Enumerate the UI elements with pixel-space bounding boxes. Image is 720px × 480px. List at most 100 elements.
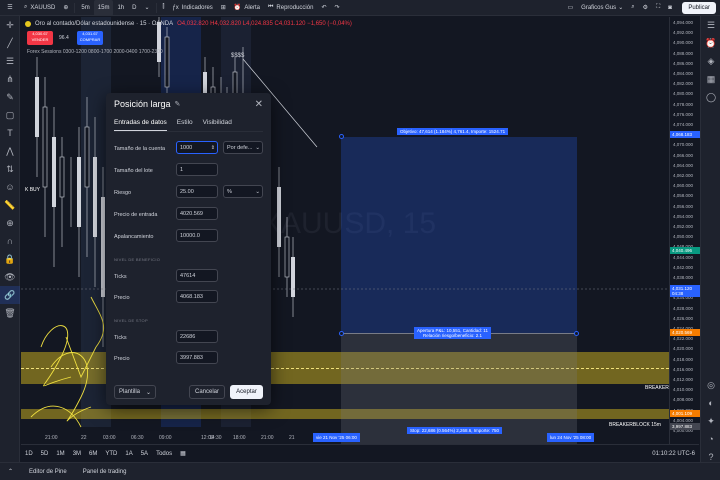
shapes-icon[interactable]: ▢	[0, 106, 20, 124]
range-button-6m[interactable]: 6M	[85, 451, 101, 457]
account-size-input[interactable]: 1000 ⇕	[176, 141, 218, 154]
price-tick-label: 4,038.000	[673, 275, 694, 280]
crosshair-icon[interactable]: ✛	[0, 16, 20, 34]
timeframe-5m[interactable]: 5m	[77, 0, 93, 16]
leverage-input[interactable]: 10000.0	[176, 229, 218, 242]
link-icon[interactable]: 🔗	[0, 286, 20, 304]
menu-icon[interactable]: ☰	[0, 0, 20, 16]
price-tick-label: 4,080.000	[673, 91, 694, 97]
trading-panel-tab[interactable]: Panel de trading	[75, 469, 135, 475]
profit-ticks-input[interactable]: 47614	[176, 269, 218, 282]
entry-price-input[interactable]: 4020.569	[176, 207, 218, 220]
compare-add-icon[interactable]: ⊕	[59, 0, 72, 16]
template-button[interactable]: Plantilla ⌄	[114, 385, 156, 399]
price-tick-label: 4,052.000	[673, 224, 694, 229]
indicators-button[interactable]: ƒx Indicadores	[168, 0, 216, 16]
close-icon[interactable]: ✕	[255, 99, 263, 110]
time-tick-label: 06:30	[131, 435, 144, 441]
undo-icon[interactable]: ↶	[317, 0, 330, 16]
bell-icon[interactable]: ◔	[701, 430, 720, 448]
bar-style-icon[interactable]: ⫿	[159, 0, 169, 16]
price-tick-label: 4,044.000	[673, 254, 694, 260]
lot-size-input[interactable]: 1	[176, 163, 218, 176]
time-tick-label: 09:00	[159, 435, 172, 441]
range-button-1a[interactable]: 1A	[121, 451, 136, 457]
entry-price-tag: 4,020.569	[670, 329, 700, 336]
time-axis[interactable]: 21 21:00 18:00 14:30 12:00 09:00 06:30 03:00 22 2…	[21, 432, 669, 444]
trash-icon[interactable]: 🗑	[0, 304, 20, 322]
range-button-1m[interactable]: 1M	[52, 451, 68, 457]
zoom-icon[interactable]: ⊕	[0, 214, 20, 232]
range-button-5d[interactable]: 5D	[37, 451, 53, 457]
rocket-icon[interactable]: ✦	[701, 412, 720, 430]
sell-button[interactable]: 4,030.67 VENDER	[27, 31, 53, 45]
replay-button[interactable]: ⏮ Reproducción	[264, 0, 317, 16]
range-button-3m[interactable]: 3M	[69, 451, 85, 457]
cancel-button[interactable]: Cancelar	[189, 385, 225, 399]
price-tick-label: 4,026.000	[673, 315, 694, 321]
price-tick-label: 4,042.000	[673, 264, 694, 270]
search-icon: ⌕	[24, 4, 28, 10]
range-button-1d[interactable]: 1D	[21, 451, 37, 457]
pitchfork-icon[interactable]: ⋔	[0, 70, 20, 88]
risk-input[interactable]: 25.00	[176, 185, 218, 198]
timeframe-1h[interactable]: 1h	[113, 0, 128, 16]
account-mode-select[interactable]: Por defe... ⌄	[223, 141, 263, 154]
timeframe-15m[interactable]: 15m	[93, 0, 114, 16]
chat-icon[interactable]: ◯	[701, 88, 720, 106]
stop-ticks-input[interactable]: 22686	[176, 330, 218, 343]
buy-button[interactable]: 4,031.67 COMPRAR	[77, 31, 103, 45]
camera-icon[interactable]: ◙	[664, 0, 676, 16]
calendar-icon[interactable]: ▦	[701, 70, 720, 88]
profit-price-input[interactable]: 4068.183	[176, 290, 218, 303]
stepper-icon[interactable]: ⇕	[211, 145, 215, 151]
redo-icon[interactable]: ↷	[330, 0, 343, 16]
layout-grid-icon[interactable]: ▭	[564, 0, 578, 16]
settings-icon[interactable]: ⚙	[639, 0, 652, 16]
target-icon[interactable]: ◎	[701, 376, 720, 394]
trend-line-icon[interactable]: ╱	[0, 34, 20, 52]
horizontal-lines-icon[interactable]: ☰	[0, 52, 20, 70]
chevron-down-icon[interactable]: ⌄	[140, 0, 153, 16]
calendar-icon[interactable]: ▦	[176, 450, 190, 457]
search-icon[interactable]: ⌕	[627, 0, 638, 16]
price-tick-label: 4,022.000	[673, 336, 694, 342]
templates-icon[interactable]: ⊞	[217, 0, 230, 16]
range-button-todos[interactable]: Todos	[152, 451, 176, 457]
risk-unit-select[interactable]: % ⌄	[223, 185, 263, 198]
price-tick-label: 4,018.000	[673, 356, 694, 362]
alerts-icon[interactable]: ⏰	[701, 34, 720, 52]
fullscreen-icon[interactable]: ⛶	[652, 0, 664, 16]
symbol-search[interactable]: ⌕ XAUUSD	[20, 0, 59, 16]
bulb-icon[interactable]: ◐	[701, 394, 720, 412]
pine-editor-tab[interactable]: Editor de Pine	[21, 469, 75, 475]
range-button-ytd[interactable]: YTD	[101, 451, 121, 457]
alert-button[interactable]: ⏰ Alerta	[230, 0, 264, 16]
price-tick-label: 4,056.000	[673, 203, 694, 209]
price-tick-label: 4,050.000	[673, 234, 694, 240]
stop-price-input[interactable]: 3997.883	[176, 351, 218, 364]
lock-icon[interactable]: 🔒	[0, 250, 20, 268]
publish-button[interactable]: Publicar	[682, 2, 716, 14]
pencil-icon[interactable]: ✎	[175, 100, 181, 108]
price-tick-label: 4,094.000	[673, 20, 694, 25]
footer-collapse-icon[interactable]: ⌃	[0, 468, 21, 475]
watchlist-icon[interactable]: ☰	[701, 16, 720, 34]
current-price-tag: 4,031.120 04:38	[670, 285, 700, 297]
brush-icon[interactable]: ✎	[0, 88, 20, 106]
layout-name-button[interactable]: Graficos Gus ⌄	[577, 0, 627, 16]
range-button-5a[interactable]: 5A	[137, 451, 152, 457]
layers-icon[interactable]: ◈	[701, 52, 720, 70]
forecasting-icon[interactable]: ⇅	[0, 160, 20, 178]
chart-canvas[interactable]: XAUUSD, 15 Objetivo: 47,614 (1.184%) 4,7…	[21, 17, 669, 444]
price-axis[interactable]: 4,000.0004,004.0004,006.0004,008.0004,01…	[669, 17, 700, 444]
ruler-icon[interactable]: 📏	[0, 196, 20, 214]
patterns-icon[interactable]: ⋀	[0, 142, 20, 160]
magnet-icon[interactable]: ∩	[0, 232, 20, 250]
timeframe-d[interactable]: D	[128, 0, 140, 16]
text-icon[interactable]: T	[0, 124, 20, 142]
eye-icon[interactable]: 👁	[0, 268, 20, 286]
symbol-dot-icon	[25, 21, 31, 27]
accept-button[interactable]: Aceptar	[230, 385, 263, 399]
icons-icon[interactable]: ☺	[0, 178, 20, 196]
